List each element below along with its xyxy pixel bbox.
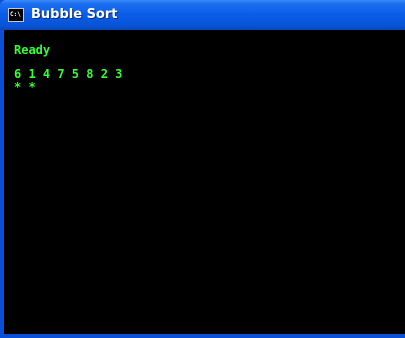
window-title: Bubble Sort bbox=[31, 7, 118, 22]
console-output-area[interactable]: Ready 6 1 4 7 5 8 2 3 * * bbox=[4, 30, 405, 334]
window-bottom-border bbox=[0, 334, 405, 338]
number-sequence: 6 1 4 7 5 8 2 3 bbox=[14, 67, 123, 81]
comparison-markers: * * bbox=[14, 80, 36, 94]
status-text: Ready bbox=[14, 43, 51, 57]
console-icon[interactable]: C:\ bbox=[8, 8, 24, 22]
console-window: C:\ Bubble Sort Ready 6 1 4 7 5 8 2 3 * … bbox=[0, 0, 405, 338]
title-bar[interactable]: C:\ Bubble Sort bbox=[0, 0, 405, 30]
